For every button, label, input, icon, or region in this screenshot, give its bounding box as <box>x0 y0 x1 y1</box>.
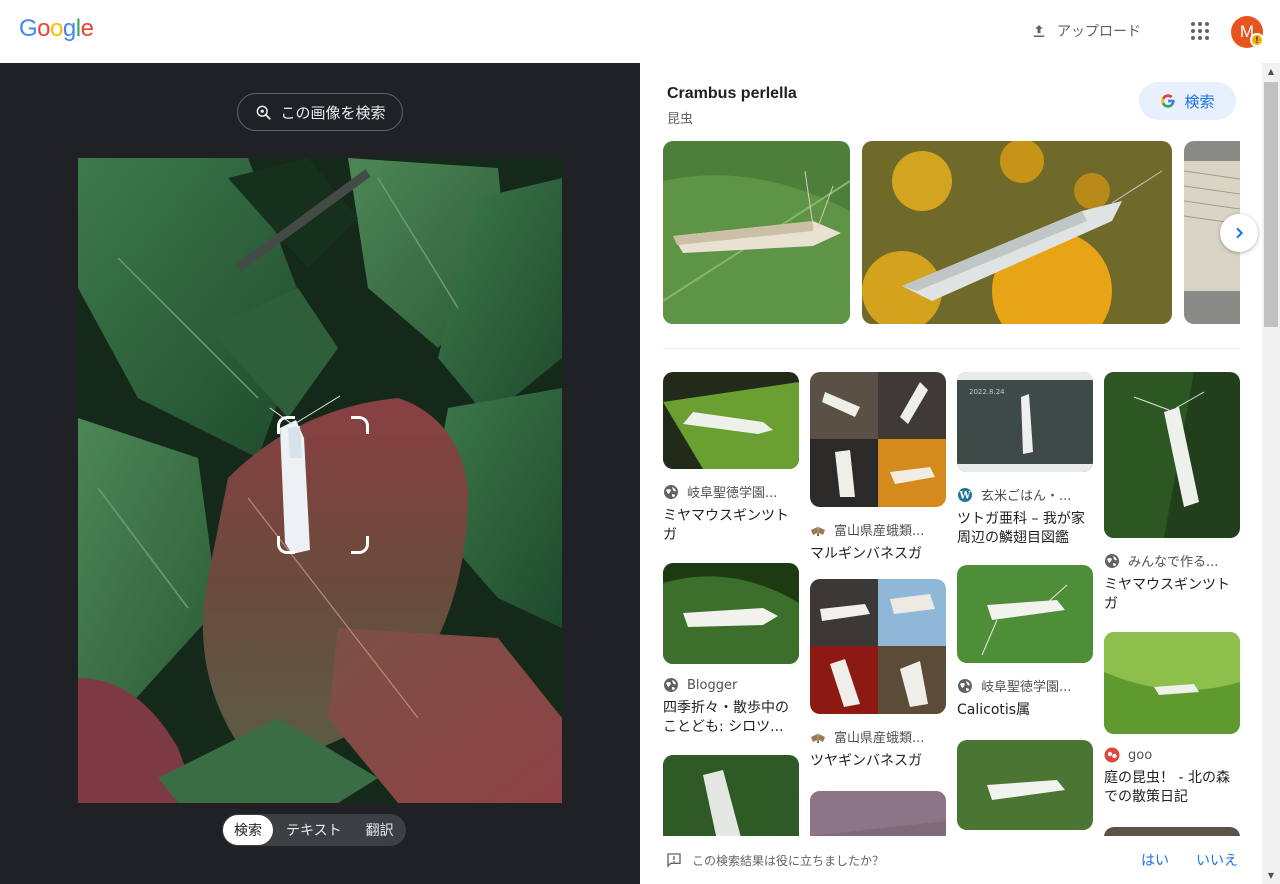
visual-match-card[interactable]: 2022.8.24 W 玄米ごはん・... ツトガ亜科 – 我が家周辺の鱗翅目図鑑 <box>957 372 1093 548</box>
crop-handle-top-right[interactable] <box>351 416 369 434</box>
visual-match-card[interactable]: 岐阜聖徳学園... Calicotis属 <box>957 565 1093 720</box>
upload-button[interactable]: アップロード <box>1022 16 1149 46</box>
visual-match-card[interactable]: goo 庭の昆虫！ - 北の森での散策日記 <box>1104 632 1240 807</box>
image-preview-pane: この画像を検索 検索 テキスト 翻訳 <box>0 63 640 884</box>
visual-match-card[interactable]: みんなで作る... ミヤマウスギンツトガ <box>1104 372 1240 614</box>
globe-icon <box>664 484 678 499</box>
visual-match-card[interactable] <box>957 740 1093 830</box>
entity-subtitle: 昆虫 <box>667 112 694 127</box>
result-source: 岐阜聖徳学園... <box>981 680 1072 695</box>
result-source: Blogger <box>687 677 738 693</box>
feedback-question: この検索結果は役に立ちましたか？ <box>692 854 885 868</box>
results-column-4: みんなで作る... ミヤマウスギンツトガ goo 庭の昆虫！ - 北の森での散策… <box>1104 372 1240 882</box>
visual-match-card[interactable]: 富山県産蛾類... ツヤギンバネスガ <box>810 579 946 771</box>
entity-title[interactable]: Crambus perlella <box>667 85 797 103</box>
result-source: 岐阜聖徳学園... <box>687 486 778 501</box>
result-thumbnail <box>1104 372 1240 538</box>
thumbnail-date-stamp: 2022.8.24 <box>969 388 1005 396</box>
google-g-icon <box>1161 94 1176 108</box>
result-title[interactable]: ツヤギンバネスガ <box>810 752 946 771</box>
result-title[interactable]: 四季折々・散歩中のことども: シロツ... <box>663 699 799 737</box>
result-title[interactable]: ミヤマウスギンツトガ <box>1104 576 1240 614</box>
result-source: 玄米ごはん・... <box>981 489 1072 504</box>
result-source: goo <box>1128 747 1153 763</box>
logo-letter: o <box>37 15 51 42</box>
upload-icon <box>1033 25 1045 37</box>
globe-icon <box>958 678 972 693</box>
search-this-image-label: この画像を検索 <box>280 103 386 122</box>
result-thumbnail: 2022.8.24 <box>957 372 1093 472</box>
result-source: みんなで作る... <box>1128 555 1219 570</box>
tab-search[interactable]: 検索 <box>223 815 273 845</box>
globe-icon <box>1105 553 1119 568</box>
tab-translate[interactable]: 翻訳 <box>355 815 405 845</box>
visual-match-card[interactable] <box>663 755 799 845</box>
result-source: 富山県産蛾類... <box>834 524 925 539</box>
feedback-bar: この検索結果は役に立ちましたか？ はい いいえ <box>640 836 1262 884</box>
result-title[interactable]: ミヤマウスギンツトガ <box>663 507 799 545</box>
apps-grid-icon[interactable] <box>1188 19 1212 43</box>
result-thumbnail <box>957 740 1093 830</box>
globe-icon <box>664 678 678 692</box>
result-thumbnail <box>1104 632 1240 734</box>
result-thumbnail <box>663 563 799 664</box>
page-scrollbar[interactable]: ▲ ▼ <box>1262 63 1280 884</box>
result-title[interactable]: Calicotis属 <box>957 701 1093 720</box>
crop-handle-top-left[interactable] <box>277 416 295 434</box>
visual-match-card[interactable]: 富山県産蛾類... マルギンバネスガ <box>810 372 946 564</box>
logo-letter: o <box>50 15 63 42</box>
feedback-icon <box>667 853 681 868</box>
moth-icon <box>811 524 825 536</box>
result-title[interactable]: ツトガ亜科 – 我が家周辺の鱗翅目図鑑 <box>957 510 1093 548</box>
moth-icon <box>811 731 825 743</box>
result-title[interactable]: 庭の昆虫！ - 北の森での散策日記 <box>1104 769 1240 807</box>
crop-handle-bottom-right[interactable] <box>351 536 369 554</box>
results-column-2: 富山県産蛾類... マルギンバネスガ 富山県産蛾類... ツヤギンバネスガ <box>810 372 946 866</box>
carousel-next-button[interactable] <box>1220 214 1258 252</box>
result-thumbnail <box>957 565 1093 663</box>
results-column-1: 岐阜聖徳学園... ミヤマウスギンツトガ Blogger 四季折々・散歩中のこと… <box>663 372 799 860</box>
crop-selection[interactable] <box>277 416 369 554</box>
scroll-up-arrow-icon[interactable]: ▲ <box>1262 63 1280 80</box>
results-column-3: 2022.8.24 W 玄米ごはん・... ツトガ亜科 – 我が家周辺の鱗翅目図鑑… <box>957 372 1093 845</box>
crop-handle-bottom-left[interactable] <box>277 536 295 554</box>
top-bar: Google アップロード M ! <box>0 0 1280 63</box>
results-pane: Crambus perlella 昆虫 検索 岐阜聖徳学園... ミヤマウスギン… <box>640 63 1280 884</box>
feedback-yes-button[interactable]: はい <box>1141 850 1169 870</box>
entity-image-carousel <box>663 141 1240 324</box>
google-logo[interactable]: Google <box>19 15 94 43</box>
result-title[interactable]: マルギンバネスガ <box>810 545 946 564</box>
visual-match-card[interactable]: 岐阜聖徳学園... ミヤマウスギンツトガ <box>663 372 799 545</box>
section-divider <box>663 348 1240 349</box>
entity-image[interactable] <box>663 141 850 324</box>
entity-image[interactable] <box>862 141 1172 324</box>
scroll-down-arrow-icon[interactable]: ▼ <box>1262 867 1280 884</box>
mode-tabs: 検索 テキスト 翻訳 <box>222 814 406 846</box>
goo-icon <box>1104 747 1120 763</box>
svg-text:W: W <box>958 490 971 501</box>
result-thumbnail <box>663 372 799 469</box>
logo-letter: g <box>62 15 76 42</box>
account-alert-badge: ! <box>1250 33 1264 47</box>
search-this-image-button[interactable]: この画像を検索 <box>237 93 403 131</box>
scroll-thumb[interactable] <box>1264 82 1278 327</box>
entity-search-label: 検索 <box>1184 92 1215 111</box>
result-source: 富山県産蛾類... <box>834 731 925 746</box>
logo-letter: G <box>19 15 38 42</box>
wordpress-icon: W <box>958 487 972 502</box>
feedback-no-button[interactable]: いいえ <box>1196 850 1238 870</box>
entity-search-button[interactable]: 検索 <box>1139 82 1236 120</box>
lens-search-icon <box>257 105 272 120</box>
tab-text[interactable]: テキスト <box>275 815 353 845</box>
logo-letter: e <box>80 15 94 42</box>
visual-match-card[interactable]: Blogger 四季折々・散歩中のことども: シロツ... <box>663 563 799 737</box>
result-thumbnail <box>663 755 799 845</box>
upload-label: アップロード <box>1057 24 1141 40</box>
result-thumbnail <box>810 579 946 714</box>
chevron-right-icon <box>1236 227 1244 239</box>
result-thumbnail <box>810 372 946 507</box>
